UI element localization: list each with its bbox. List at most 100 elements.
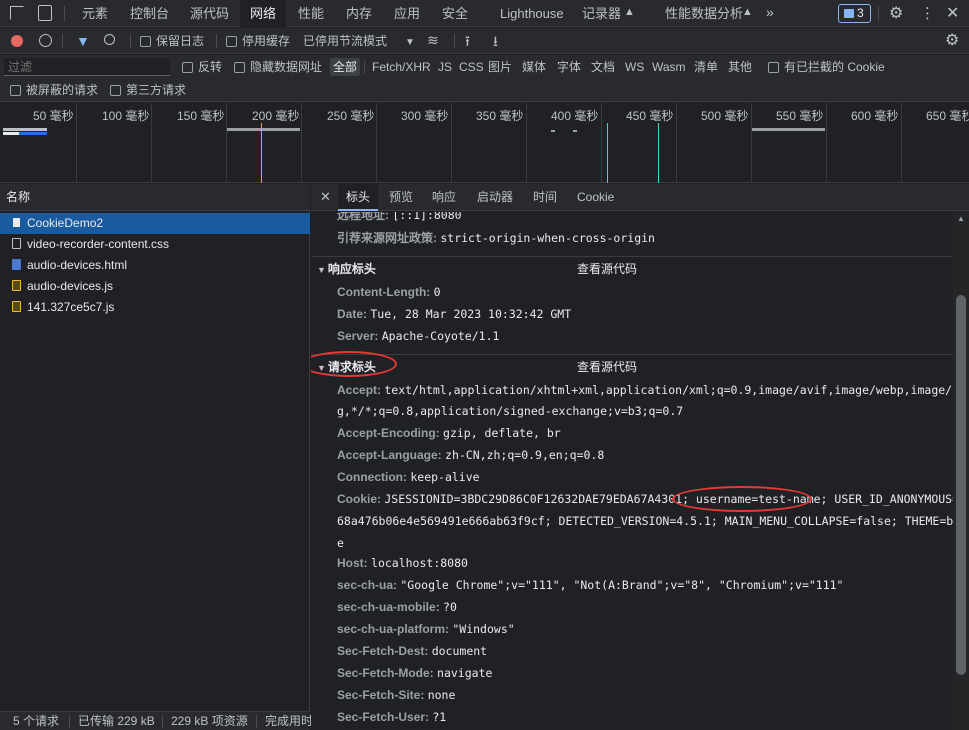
third-party-label: 第三方请求 — [126, 83, 187, 97]
request-row[interactable]: audio-devices.html — [0, 255, 310, 276]
tab-cookies[interactable]: Cookie — [577, 184, 614, 211]
name-column-header[interactable]: 名称 — [6, 184, 30, 211]
third-party-toggle[interactable]: 第三方请求 — [110, 78, 186, 102]
close-devtools-icon[interactable]: ✕ — [946, 3, 959, 23]
view-source-link[interactable]: 查看源代码 — [577, 257, 637, 281]
close-detail-icon[interactable]: ✕ — [320, 189, 331, 205]
request-row[interactable]: CookieDemo2 — [0, 213, 310, 234]
tab-performance-insights[interactable]: 性能数据分析 — [665, 0, 743, 27]
invert-checkbox[interactable] — [182, 62, 193, 73]
blocked-cookies-toggle[interactable]: 有已拦截的 Cookie — [768, 55, 885, 79]
request-row[interactable]: video-recorder-content.css — [0, 234, 310, 255]
issues-icon — [844, 9, 854, 18]
type-filter-fetch-xhr[interactable]: Fetch/XHR — [372, 55, 431, 79]
search-icon[interactable] — [104, 34, 115, 45]
scrollbar-thumb[interactable] — [956, 295, 966, 675]
throttling-select[interactable]: 已停用节流模式 ▼ — [303, 28, 415, 54]
more-tabs-icon[interactable]: » — [766, 4, 774, 20]
request-headers-section[interactable]: ▼ 请求标头 查看源代码 — [311, 354, 953, 378]
request-row[interactable]: 141.327ce5c7.js — [0, 297, 310, 318]
tab-application[interactable]: 应用 — [394, 0, 420, 27]
preserve-log-checkbox[interactable] — [140, 36, 151, 47]
header-name: Sec-Fetch-Site: — [337, 688, 425, 702]
tab-response[interactable]: 响应 — [432, 184, 456, 211]
header-value: e — [337, 536, 344, 550]
timeline-overview[interactable]: 50 毫秒 100 毫秒 150 毫秒 200 毫秒 250 毫秒 300 毫秒… — [0, 103, 969, 183]
import-har-icon[interactable]: ⭱ — [465, 31, 470, 55]
network-settings-gear-icon[interactable]: ⚙ — [945, 30, 959, 50]
header-name: Date: — [337, 307, 368, 321]
issues-count: 3 — [857, 6, 864, 20]
clear-icon[interactable] — [39, 34, 52, 47]
header-value: "Google Chrome";v="111", "Not(A:Brand";v… — [400, 578, 844, 592]
hide-data-urls-checkbox[interactable] — [234, 62, 245, 73]
type-filter-doc[interactable]: 文档 — [591, 55, 615, 79]
request-row[interactable]: audio-devices.js — [0, 276, 310, 297]
tab-memory[interactable]: 内存 — [346, 0, 372, 27]
tab-network[interactable]: 网络 — [240, 0, 287, 27]
type-filter-other[interactable]: 其他 — [728, 55, 752, 79]
disable-cache-label: 停用缓存 — [242, 34, 291, 48]
request-header-row: Sec-Fetch-Mode: navigate — [311, 663, 953, 685]
invert-toggle[interactable]: 反转 — [182, 55, 222, 79]
annotation-circle — [672, 486, 812, 512]
tab-lighthouse[interactable]: Lighthouse — [500, 0, 564, 27]
request-header-row: sec-ch-ua: "Google Chrome";v="111", "Not… — [311, 575, 953, 597]
type-filter-ws[interactable]: WS — [625, 55, 644, 79]
blocked-cookies-checkbox[interactable] — [768, 62, 779, 73]
filter-row-secondary: 被屏蔽的请求 第三方请求 — [0, 79, 969, 102]
document-icon — [12, 217, 21, 228]
header-name: Accept-Language: — [337, 448, 442, 462]
transferred-size: 已传输 229 kB — [78, 714, 155, 728]
type-filter-img[interactable]: 图片 — [488, 55, 512, 79]
device-toolbar-icon[interactable] — [38, 5, 52, 21]
general-header-row: 引荐来源网址政策: strict-origin-when-cross-origi… — [311, 228, 953, 250]
tab-security[interactable]: 安全 — [442, 0, 468, 27]
record-stop-icon[interactable] — [11, 35, 23, 47]
insights-flask-icon: ▲ — [742, 6, 753, 18]
tab-initiator[interactable]: 启动器 — [477, 184, 513, 211]
response-header-row: Server: Apache-Coyote/1.1 — [311, 326, 953, 348]
response-headers-section[interactable]: ▼ 响应标头 查看源代码 — [311, 256, 953, 280]
type-filter-media[interactable]: 媒体 — [522, 55, 546, 79]
blocked-requests-toggle[interactable]: 被屏蔽的请求 — [10, 78, 98, 102]
request-header-row: Accept-Language: zh-CN,zh;q=0.9,en;q=0.8 — [311, 445, 953, 467]
type-filter-manifest[interactable]: 清单 — [694, 55, 718, 79]
type-filter-font[interactable]: 字体 — [557, 55, 581, 79]
export-har-icon[interactable]: ⭳ — [493, 31, 498, 55]
tab-performance[interactable]: 性能 — [298, 0, 324, 27]
blocked-requests-checkbox[interactable] — [10, 85, 21, 96]
filter-input[interactable] — [4, 58, 170, 76]
tab-preview[interactable]: 预览 — [389, 184, 413, 211]
request-list-header[interactable]: 名称 — [0, 184, 310, 211]
tab-timing[interactable]: 时间 — [533, 184, 557, 211]
preserve-log-toggle[interactable]: 保留日志 — [140, 28, 204, 54]
request-header-row: Accept: text/html,application/xhtml+xml,… — [311, 380, 953, 402]
kebab-menu-icon[interactable]: ⋮ — [920, 4, 935, 22]
hide-data-urls-toggle[interactable]: 隐藏数据网址 — [234, 55, 322, 79]
network-conditions-icon[interactable]: ≋ — [427, 32, 439, 49]
headers-panel: 远程地址: [::1]:8080 引荐来源网址政策: strict-origin… — [311, 212, 953, 730]
request-name: 141.327ce5c7.js — [27, 300, 115, 314]
scroll-up-arrow-icon[interactable]: ▲ — [957, 214, 965, 223]
inspect-element-icon[interactable] — [10, 6, 24, 20]
view-source-link[interactable]: 查看源代码 — [577, 355, 637, 379]
hide-data-urls-label: 隐藏数据网址 — [250, 60, 323, 74]
filter-funnel-icon[interactable]: ▼ — [76, 33, 90, 49]
tab-sources[interactable]: 源代码 — [190, 0, 229, 27]
disable-cache-toggle[interactable]: 停用缓存 — [226, 28, 290, 54]
issues-badge[interactable]: 3 — [838, 4, 871, 23]
type-filter-all[interactable]: 全部 — [330, 58, 361, 76]
disable-cache-checkbox[interactable] — [226, 36, 237, 47]
request-header-row: Sec-Fetch-Site: none — [311, 685, 953, 707]
type-filter-js[interactable]: JS — [438, 55, 452, 79]
settings-gear-icon[interactable]: ⚙ — [889, 3, 903, 23]
tab-headers[interactable]: 标头 — [338, 184, 379, 211]
tab-console[interactable]: 控制台 — [130, 0, 169, 27]
type-filter-css[interactable]: CSS — [459, 55, 484, 79]
type-filter-wasm[interactable]: Wasm — [652, 55, 686, 79]
third-party-checkbox[interactable] — [110, 85, 121, 96]
header-value: g,*/*;q=0.8,application/signed-exchange;… — [337, 404, 684, 418]
tab-recorder[interactable]: 记录器 — [582, 0, 621, 27]
tab-elements[interactable]: 元素 — [82, 0, 108, 27]
